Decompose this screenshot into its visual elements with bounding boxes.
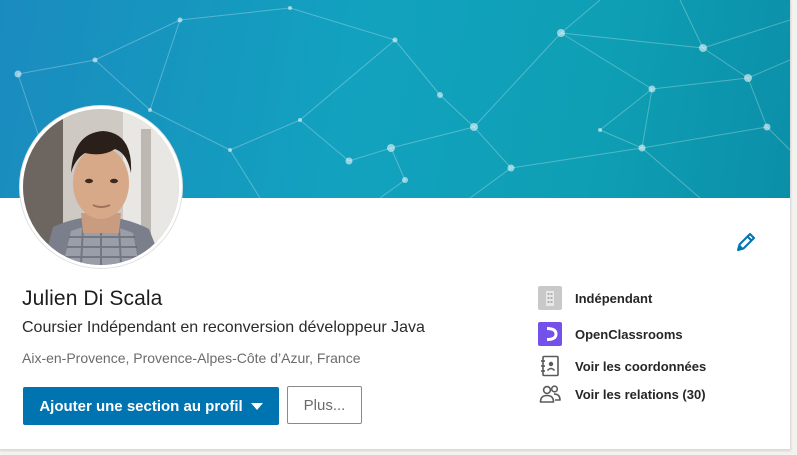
company-name: Indépendant: [575, 290, 653, 306]
education-school[interactable]: OpenClassrooms: [538, 322, 683, 346]
avatar-photo: [23, 109, 179, 265]
caret-down-icon: [250, 403, 263, 410]
profile-location: Aix-en-Provence, Provence-Alpes-Côte d’A…: [22, 350, 361, 366]
pencil-icon: [737, 233, 755, 251]
school-name: OpenClassrooms: [575, 326, 683, 342]
building-icon: [538, 286, 562, 310]
profile-card: Julien Di Scala Coursier Indépendant en …: [0, 0, 791, 450]
people-icon: [538, 382, 562, 406]
profile-headline: Coursier Indépendant en reconversion dév…: [22, 319, 425, 336]
profile-avatar[interactable]: [20, 106, 182, 268]
contact-info-label: Voir les coordonnées: [575, 358, 707, 374]
current-company[interactable]: Indépendant: [538, 286, 652, 310]
connections-label: Voir les relations (30): [575, 386, 706, 402]
more-button[interactable]: Plus...: [287, 386, 362, 424]
address-book-icon: [538, 354, 562, 378]
add-profile-section-button[interactable]: Ajouter une section au profil: [23, 387, 279, 425]
contact-info-link[interactable]: Voir les coordonnées: [538, 354, 706, 378]
connections-link[interactable]: Voir les relations (30): [538, 382, 706, 406]
add-section-label: Ajouter une section au profil: [39, 397, 243, 415]
openclassrooms-logo-icon: [538, 322, 562, 346]
edit-profile-button[interactable]: [733, 229, 759, 255]
profile-name: Julien Di Scala: [22, 287, 163, 310]
